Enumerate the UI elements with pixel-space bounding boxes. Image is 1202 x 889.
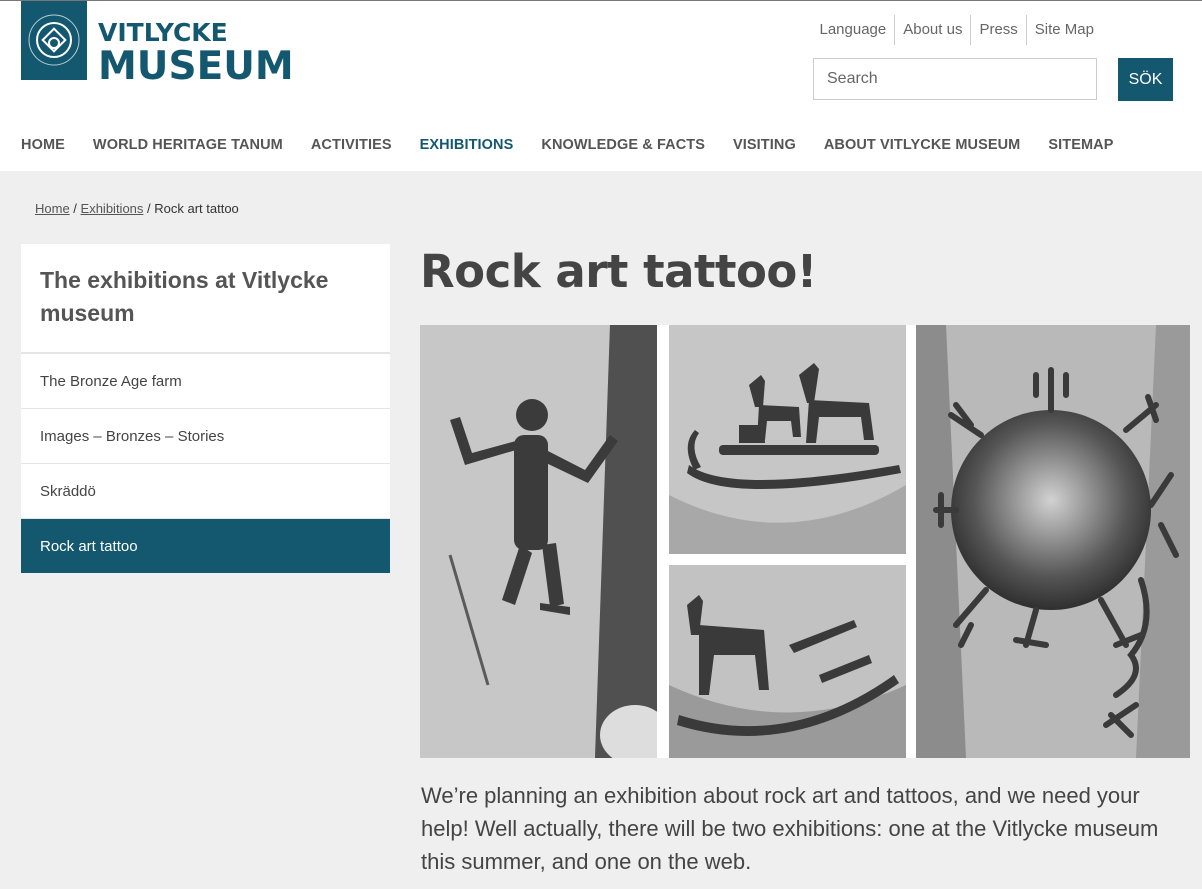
- nav-sitemap[interactable]: SITEMAP: [1048, 136, 1113, 154]
- page-title: Rock art tattoo!: [420, 245, 817, 298]
- tattoo-photo-animals-boat: [669, 565, 906, 758]
- search-box: [813, 58, 1097, 100]
- about-us-link[interactable]: About us: [894, 15, 970, 45]
- sidebar-title: The exhibitions at Vitlycke museum: [21, 244, 390, 354]
- search-button[interactable]: SÖK: [1118, 58, 1173, 101]
- breadcrumb-current: Rock art tattoo: [154, 201, 239, 216]
- sidebar-item-rock-art-tattoo[interactable]: Rock art tattoo: [21, 519, 390, 573]
- site-header: VITLYCKE MUSEUM Language About us Press …: [0, 1, 1202, 171]
- site-map-link[interactable]: Site Map: [1025, 15, 1102, 45]
- breadcrumb-home[interactable]: Home: [35, 201, 70, 216]
- logo-line2: MUSEUM: [98, 44, 294, 89]
- site-logo[interactable]: VITLYCKE MUSEUM: [98, 19, 294, 87]
- press-link[interactable]: Press: [970, 15, 1025, 45]
- sidebar-item-images-bronzes-stories[interactable]: Images – Bronzes – Stories: [21, 409, 390, 464]
- nav-visiting[interactable]: VISITING: [733, 136, 796, 154]
- main-nav: HOME WORLD HERITAGE TANUM ACTIVITIES EXH…: [21, 136, 1142, 154]
- nav-exhibitions[interactable]: EXHIBITIONS: [420, 136, 514, 154]
- search-input[interactable]: [814, 59, 1096, 99]
- hero-image-collage: [420, 325, 1190, 758]
- logo-line1: VITLYCKE: [98, 18, 228, 47]
- language-link[interactable]: Language: [811, 15, 894, 45]
- tattoo-photo-sun-disc: [916, 325, 1190, 758]
- breadcrumb-exhibitions[interactable]: Exhibitions: [81, 201, 144, 216]
- article-intro: We’re planning an exhibition about rock …: [421, 783, 1159, 874]
- tattoo-photo-deer-boat: [669, 325, 906, 554]
- tattoo-photo-figure: [420, 325, 657, 758]
- breadcrumb-separator: /: [69, 201, 81, 216]
- sidebar: The exhibitions at Vitlycke museum The B…: [21, 244, 390, 573]
- unesco-logo-icon[interactable]: [21, 1, 87, 80]
- nav-home[interactable]: HOME: [21, 136, 65, 154]
- nav-about-vitlycke-museum[interactable]: ABOUT VITLYCKE MUSEUM: [824, 136, 1021, 154]
- breadcrumb: Home / Exhibitions / Rock art tattoo: [35, 201, 239, 216]
- nav-knowledge-facts[interactable]: KNOWLEDGE & FACTS: [541, 136, 705, 154]
- breadcrumb-separator: /: [143, 201, 155, 216]
- nav-activities[interactable]: ACTIVITIES: [311, 136, 392, 154]
- utility-nav: Language About us Press Site Map: [811, 15, 1102, 45]
- nav-world-heritage-tanum[interactable]: WORLD HERITAGE TANUM: [93, 136, 283, 154]
- sidebar-item-skraddo[interactable]: Skräddö: [21, 464, 390, 519]
- sidebar-item-bronze-age-farm[interactable]: The Bronze Age farm: [21, 354, 390, 409]
